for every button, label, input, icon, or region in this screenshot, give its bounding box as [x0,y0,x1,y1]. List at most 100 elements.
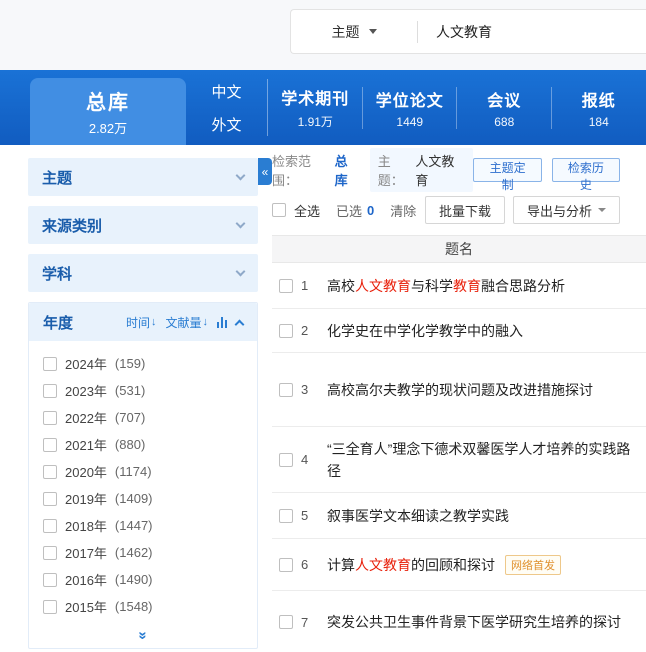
batch-download-button[interactable]: 批量下载 [425,196,505,224]
year-checkbox[interactable] [43,411,57,425]
selection-toolbar: 全选 已选 0 清除 批量下载 导出与分析 [272,195,646,225]
nav-tab-total[interactable]: 总库 2.82万 [30,78,186,145]
result-checkbox[interactable] [279,615,293,629]
year-filter-item[interactable]: 2019年(1409) [29,485,257,512]
result-number: 2 [301,323,315,338]
filter-group-year[interactable]: 年度 时间 ↓ 文献量 ↓ [29,303,257,341]
year-count: (707) [115,410,145,425]
year-filter-item[interactable]: 2017年(1462) [29,539,257,566]
year-filter-item[interactable]: 2015年(1548) [29,593,257,620]
result-row: 7 突发公共卫生事件背景下医学研究生培养的探讨 [272,591,646,652]
result-title-link[interactable]: 高校高尔夫教学的现状问题及改进措施探讨 [327,379,593,401]
year-filter-item[interactable]: 2018年(1447) [29,512,257,539]
year-count: (880) [115,437,145,452]
nav-tab-label: 学位论文 [376,87,444,111]
result-title-link[interactable]: 突发公共卫生事件背景下医学研究生培养的探讨 [327,611,621,633]
year-checkbox[interactable] [43,357,57,371]
year-filter-item[interactable]: 2021年 (880) [29,431,257,458]
nav-tab-conference[interactable]: 会议688 [457,70,552,145]
nav-tab-count: 1.91万 [298,113,333,130]
results-list: 1高校人文教育与科学教育融合思路分析2化学史在中学化学教学中的融入3高校高尔夫教… [272,263,646,652]
sort-by-time[interactable]: 时间 ↓ [126,314,157,331]
search-field-selector[interactable]: 主题 [291,10,417,53]
topic-value: 人文教育 [415,151,465,189]
sort-time-label: 时间 [126,314,150,331]
year-count: (1548) [115,599,153,614]
select-all-checkbox[interactable] [272,203,286,217]
year-checkbox[interactable] [43,492,57,506]
nav-tab-newspaper[interactable]: 报纸184 [552,70,646,145]
online-first-badge: 网络首发 [505,555,561,575]
result-checkbox[interactable] [279,383,293,397]
chevron-down-icon [236,170,246,180]
result-row: 4“三全育人”理念下德术双馨医学人才培养的实践路径 [272,427,646,493]
nav-tab-label: 学术期刊 [281,85,349,109]
double-chevron-down-icon: » [135,631,152,639]
result-title-link[interactable]: 计算人文教育的回顾和探讨 [327,554,495,576]
nav-tab-thesis[interactable]: 学位论文1449 [363,70,458,145]
year-checkbox[interactable] [43,384,57,398]
topic-condition-chip: 主题： 人文教育 [370,148,474,192]
result-checkbox[interactable] [279,279,293,293]
year-label: 2019年 [65,489,107,508]
year-filter-item[interactable]: 2016年(1490) [29,566,257,593]
lang-chinese[interactable]: 中文 [211,81,241,102]
topic-label: 主题： [378,151,416,189]
scope-value: 总库 [335,151,360,189]
total-label: 总库 [86,86,130,115]
cnki-search-page: 主题 总库 2.82万 中文 外文 学术期刊 1.91万 学位论文1449会议688… [0,0,646,652]
year-label: 2020年 [65,462,107,481]
highlighted-keyword: 人文教育 [355,557,411,573]
year-checkbox[interactable] [43,465,57,479]
year-checkbox[interactable] [43,573,57,587]
result-number: 7 [301,615,315,630]
result-title-link[interactable]: 化学史在中学化学教学中的融入 [327,320,523,342]
nav-tab-label: 会议 [487,87,521,111]
result-checkbox[interactable] [279,453,293,467]
search-input[interactable] [418,10,646,53]
filter-group-source-type[interactable]: 来源类别 [28,206,258,244]
filter-group-topic[interactable]: 主题 [28,158,258,196]
year-count: (1462) [115,545,153,560]
lang-foreign[interactable]: 外文 [211,114,241,135]
year-checkbox[interactable] [43,600,57,614]
year-filter-item[interactable]: 2022年(707) [29,404,257,431]
year-label: 2018年 [65,516,107,535]
highlighted-keyword: 人文教育 [355,278,411,294]
result-checkbox[interactable] [279,509,293,523]
year-checkbox[interactable] [43,546,57,560]
year-filter-list: 2024年(159)2023年(531)2022年(707) 2021年 (880)… [29,341,257,622]
topic-customize-button[interactable]: 主题定制 [473,158,541,182]
bar-chart-icon[interactable] [217,317,227,328]
year-checkbox[interactable] [43,438,57,452]
result-title-link[interactable]: 高校人文教育与科学教育融合思路分析 [327,275,565,297]
search-history-button[interactable]: 检索历史 [552,158,620,182]
result-checkbox[interactable] [279,558,293,572]
export-analyze-label: 导出与分析 [527,201,592,220]
clear-selection-button[interactable]: 清除 [390,201,416,220]
year-filter-item[interactable]: 2023年(531) [29,377,257,404]
scope-label: 检索范围： [272,151,335,189]
chevron-down-icon [236,266,246,276]
result-row: 1高校人文教育与科学教育融合思路分析 [272,263,646,309]
collapse-sidebar-button[interactable]: « [258,158,272,185]
filter-group-subject[interactable]: 学科 [28,254,258,292]
nav-tab-journal[interactable]: 学术期刊 1.91万 [268,70,363,145]
select-all-label: 全选 [294,201,320,220]
result-checkbox[interactable] [279,324,293,338]
export-analyze-button[interactable]: 导出与分析 [513,196,620,224]
result-title-link[interactable]: “三全育人”理念下德术双馨医学人才培养的实践路径 [327,438,639,482]
year-label: 2021年 [65,435,107,454]
expand-more-button[interactable]: » [29,622,257,648]
result-title-link[interactable]: 叙事医学文本细读之教学实践 [327,505,509,527]
sort-count-label: 文献量 [165,314,201,331]
sort-by-count[interactable]: 文献量 ↓ [165,314,208,331]
filter-group-label: 来源类别 [42,215,102,236]
result-row: 2 化学史在中学化学教学中的融入 [272,309,646,353]
chevron-up-icon [235,319,245,329]
result-number: 6 [301,557,315,572]
year-checkbox[interactable] [43,519,57,533]
year-filter-item[interactable]: 2024年(159) [29,350,257,377]
database-nav-bar: 总库 2.82万 中文 外文 学术期刊 1.91万 学位论文1449会议688报纸1… [0,70,646,145]
year-filter-item[interactable]: 2020年(1174) [29,458,257,485]
